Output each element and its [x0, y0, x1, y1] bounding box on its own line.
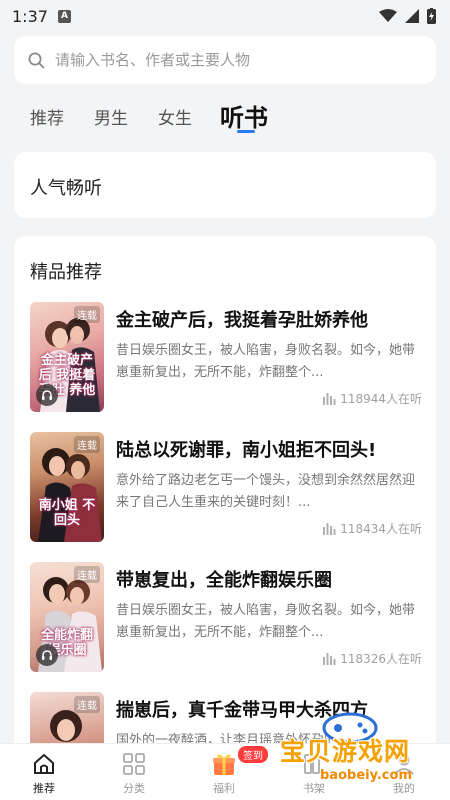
tab-recommend[interactable]: 推荐 — [30, 104, 64, 129]
book-title[interactable]: 金主破产后，我挺着孕肚娇养他 — [116, 306, 368, 332]
audio-bars-icon — [323, 653, 336, 665]
search-bar[interactable] — [14, 36, 436, 84]
audio-bars-icon — [323, 523, 336, 535]
book-item[interactable]: 连载 南小姐 不回头 陆总以死谢罪，南小姐拒不回头! 意外给了路边老乞丐一个馒头… — [30, 432, 422, 542]
book-item[interactable]: 连载 全能炸翻 娱乐圈 带崽复出，全能炸翻娱乐圈 昔日娱乐圈女王，被人陷害，身败… — [30, 562, 422, 672]
nav-category[interactable]: 分类 — [104, 750, 164, 796]
status-time: 1:37 — [12, 6, 48, 26]
battery-icon — [427, 8, 436, 24]
nav-recommend[interactable]: 推荐 — [14, 750, 74, 796]
tab-male[interactable]: 男生 — [94, 104, 128, 129]
search-icon — [28, 52, 45, 68]
notification-icon: A — [57, 9, 71, 23]
listener-count-text: 118434人在听 — [340, 522, 422, 536]
listener-count-text: 118326人在听 — [340, 652, 422, 666]
listener-count: 118326人在听 — [323, 650, 422, 667]
book-description: 昔日娱乐圈女王，被人陷害，身败名裂。如今，她带崽重新复出，无所不能，炸翻整个..… — [116, 343, 416, 380]
sign-in-badge[interactable]: 签到 — [238, 746, 268, 763]
watermark-logo: 宝贝游戏网 baobeiy.com — [278, 706, 448, 798]
book-item[interactable]: 连载 金主破产后 我挺着孕肚 养他 金主破产后，我挺着孕肚娇养他 昔日娱乐圈女王… — [30, 302, 422, 412]
book-cover[interactable]: 连载 全能炸翻 娱乐圈 — [30, 562, 104, 672]
wifi-icon — [379, 9, 397, 22]
listener-count: 118434人在听 — [323, 520, 422, 537]
book-cover[interactable]: 连载 南小姐 不回头 — [30, 432, 104, 542]
book-description: 昔日娱乐圈女王，被人陷害，身败名裂。如今，她带崽重新复出，无所不能，炸翻整个..… — [116, 603, 416, 640]
tab-female[interactable]: 女生 — [158, 104, 192, 129]
category-tabs: 推荐 男生 女生 听书 — [0, 96, 450, 136]
listener-count: 118944人在听 — [323, 390, 422, 407]
grid-icon — [104, 750, 164, 778]
nav-label: 分类 — [123, 782, 145, 795]
status-bar: 1:37 A — [0, 0, 450, 32]
watermark-text: 宝贝游戏网 — [280, 737, 411, 766]
book-title[interactable]: 带崽复出，全能炸翻娱乐圈 — [116, 566, 332, 592]
active-tab-indicator — [237, 130, 255, 133]
section-title: 人气畅听 — [30, 178, 102, 199]
headphone-icon — [36, 384, 58, 406]
home-icon — [14, 750, 74, 778]
audio-bars-icon — [323, 393, 336, 405]
headphone-icon — [36, 644, 58, 666]
tab-audiobook[interactable]: 听书 — [220, 98, 268, 133]
listener-count-text: 118944人在听 — [340, 392, 422, 406]
nav-label: 福利 — [213, 782, 235, 795]
cover-title-art: 南小姐 不回头 — [38, 498, 96, 528]
book-description: 意外给了路边老乞丐一个馒头，没想到余然然居然迎来了自己人生重来的关键时刻！... — [116, 473, 416, 510]
book-cover[interactable]: 连载 金主破产后 我挺着孕肚 养他 — [30, 302, 104, 412]
featured-section: 精品推荐 连载 金主破产后 我挺着孕肚 养他 金主破产后，我挺着孕肚娇养他 昔日… — [14, 236, 436, 756]
nav-label: 推荐 — [33, 782, 55, 795]
cover-status-tag: 连载 — [74, 436, 100, 453]
popular-listening-section[interactable]: 人气畅听 — [14, 152, 436, 218]
watermark-url: baobeiy.com — [320, 768, 412, 783]
section-title: 精品推荐 — [30, 262, 102, 283]
cover-status-tag: 连载 — [74, 696, 100, 713]
book-title[interactable]: 陆总以死谢罪，南小姐拒不回头! — [116, 436, 376, 462]
cover-status-tag: 连载 — [74, 306, 100, 323]
search-input[interactable] — [55, 51, 395, 69]
signal-icon — [405, 9, 419, 23]
cover-status-tag: 连载 — [74, 566, 100, 583]
